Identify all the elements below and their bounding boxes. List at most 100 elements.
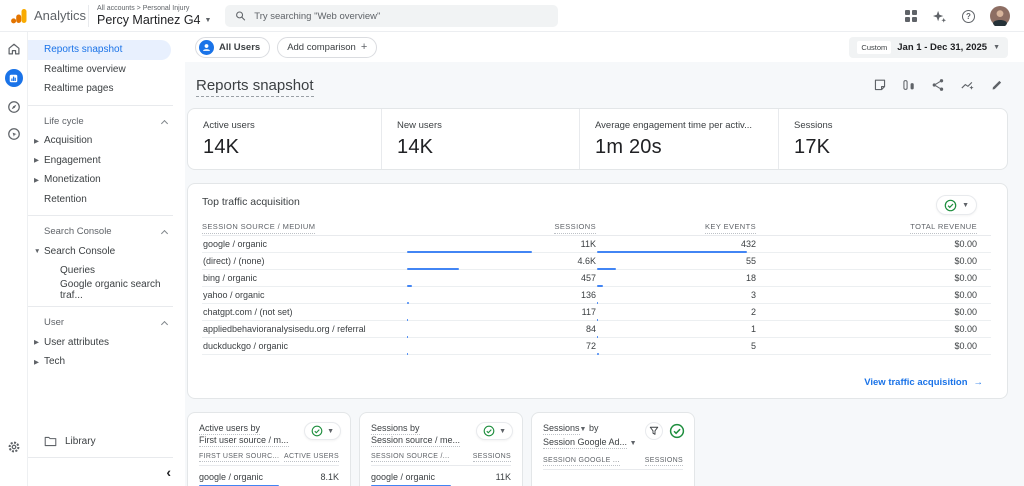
section-search-console[interactable]: Search Console — [28, 222, 185, 242]
dimension-selector[interactable]: Session Google Ad... — [543, 437, 628, 449]
chevron-down-icon: ▼ — [499, 427, 506, 435]
admin-gear-icon[interactable] — [7, 440, 21, 454]
sessions-by-google-ads-card: Sessions▼ by Session Google Ad... ▼ SESS… — [531, 412, 695, 486]
sessions-bar — [407, 353, 408, 355]
users-segment-icon — [199, 39, 214, 55]
sidebar-item-tech[interactable]: ▶ Tech — [28, 352, 185, 372]
help-icon[interactable]: ? — [962, 9, 975, 23]
google-analytics-icon — [11, 8, 27, 23]
search-input[interactable] — [254, 10, 548, 22]
sidebar-item-queries[interactable]: Queries — [28, 261, 185, 281]
analytics-logo[interactable]: Analytics — [0, 8, 88, 24]
data-quality-dropdown[interactable]: ▼ — [304, 422, 341, 440]
date-custom-badge: Custom — [857, 40, 892, 54]
table-header: FIRST USER SOURC... ACTIVE USERS — [199, 453, 339, 466]
expand-arrow-icon: ▶ — [34, 137, 39, 145]
insights-icon[interactable] — [960, 78, 975, 92]
edit-pencil-icon[interactable] — [990, 78, 1004, 92]
filter-funnel-icon — [649, 426, 659, 435]
data-quality-dropdown[interactable]: ▼ — [476, 422, 513, 440]
folder-icon — [44, 436, 57, 446]
chevron-up-icon — [160, 119, 169, 127]
add-comparison-chip[interactable]: Add comparison + — [277, 36, 378, 58]
chevron-down-icon: ▼ — [629, 440, 637, 447]
notes-icon[interactable] — [873, 78, 887, 92]
view-traffic-acquisition-link[interactable]: View traffic acquisition → — [864, 377, 983, 388]
table-row: appliedbehavioranalysisedu.org / referra… — [202, 321, 991, 338]
chevron-down-icon: ▼ — [962, 201, 969, 209]
divider — [28, 457, 173, 458]
chevron-up-icon — [160, 229, 169, 238]
date-range-picker[interactable]: Custom Jan 1 - Dec 31, 2025 ▼ — [849, 36, 1008, 58]
table-header: SESSION GOOGLE ... SESSIONS — [543, 457, 683, 470]
metric-selector[interactable]: Sessions — [543, 423, 580, 435]
divider — [28, 104, 173, 106]
arrow-right-icon: → — [973, 377, 984, 388]
sidebar-item-monetization[interactable]: ▶ Monetization — [28, 170, 185, 190]
reports-sidebar: Reports snapshot Realtime overview Realt… — [28, 32, 185, 486]
apps-grid-icon[interactable] — [905, 10, 917, 22]
column-sessions[interactable]: SESSIONS — [406, 222, 596, 234]
table-header: SESSION SOURCE /... SESSIONS — [371, 453, 511, 466]
reports-nav-icon[interactable] — [4, 69, 23, 87]
column-key-events[interactable]: KEY EVENTS — [596, 222, 756, 234]
collapse-arrow-icon: ▼ — [34, 247, 41, 255]
chevron-down-icon: ▼ — [204, 16, 212, 24]
check-circle-icon — [483, 425, 495, 437]
chevron-down-icon: ▼ — [993, 43, 1000, 51]
sidebar-item-user-attributes[interactable]: ▶ User attributes — [28, 333, 185, 353]
sidebar-item-retention[interactable]: Retention — [28, 190, 185, 210]
breadcrumb: All accounts > Personal Injury — [97, 4, 190, 12]
search-icon — [236, 11, 246, 21]
metrics-summary-card: Active users 14K New users 14K Average e… — [187, 108, 1008, 170]
all-users-chip[interactable]: All Users — [195, 36, 271, 58]
column-source-medium[interactable]: SESSION SOURCE / MEDIUM — [202, 222, 406, 234]
check-circle-icon — [944, 199, 957, 211]
comparison-filter-bar: All Users Add comparison + Custom Jan 1 … — [185, 32, 1024, 62]
property-selector[interactable]: All accounts > Personal Injury Percy Mar… — [97, 5, 211, 27]
top-app-bar: Analytics All accounts > Personal Injury… — [0, 0, 1024, 32]
divider — [88, 4, 89, 27]
divider — [28, 215, 173, 216]
expand-arrow-icon: ▶ — [34, 157, 39, 165]
expand-arrow-icon: ▶ — [34, 339, 39, 347]
sidebar-item-search-console[interactable]: ▼ Search Console — [28, 242, 185, 262]
explore-icon[interactable] — [7, 100, 21, 114]
app-name: Analytics — [34, 8, 87, 23]
section-life-cycle[interactable]: Life cycle — [28, 112, 185, 132]
data-quality-dropdown[interactable]: ▼ — [936, 195, 977, 215]
page-title: Reports snapshot — [196, 76, 314, 97]
metric-avg-engagement-time: Average engagement time per activ... 1m … — [579, 109, 778, 169]
sidebar-item-engagement[interactable]: ▶ Engagement — [28, 151, 185, 171]
sidebar-item-reports-snapshot[interactable]: Reports snapshot — [28, 40, 171, 60]
chevron-down-icon: ▼ — [327, 427, 334, 435]
sidebar-item-realtime-overview[interactable]: Realtime overview — [28, 60, 185, 80]
section-user[interactable]: User — [28, 313, 185, 333]
sessions-by-source-card: Sessions by Session source / me... ▼ SES… — [359, 412, 523, 486]
compare-reports-icon[interactable] — [902, 78, 916, 92]
collapse-sidebar-button[interactable]: ‹ — [28, 464, 185, 480]
table-row: google / organic 11K — [371, 466, 511, 486]
share-icon[interactable] — [931, 78, 945, 92]
gemini-sparkle-icon[interactable] — [932, 9, 947, 24]
metric-active-users: Active users 14K — [203, 120, 255, 158]
sidebar-item-realtime-pages[interactable]: Realtime pages — [28, 79, 185, 99]
metric-sessions: Sessions 17K — [778, 109, 1007, 169]
card-title: Top traffic acquisition — [202, 196, 300, 208]
search-bar[interactable] — [225, 5, 558, 27]
table-row: chatgpt.com / (not set) 117 2 $0.00 — [202, 304, 991, 321]
advertising-icon[interactable] — [7, 127, 21, 141]
sidebar-item-acquisition[interactable]: ▶ Acquisition — [28, 131, 185, 151]
property-name: Percy Martinez G4 — [97, 12, 201, 27]
column-total-revenue[interactable]: TOTAL REVENUE — [756, 222, 991, 234]
main-content: All Users Add comparison + Custom Jan 1 … — [185, 32, 1024, 486]
table-row: yahoo / organic 136 3 $0.00 — [202, 287, 991, 304]
sidebar-item-google-organic-search-traffic[interactable]: Google organic search traf... — [28, 279, 185, 301]
table-header: SESSION SOURCE / MEDIUM SESSIONS KEY EVE… — [202, 220, 991, 236]
table-row: google / organic 8.1K — [199, 466, 339, 486]
filter-button[interactable] — [645, 422, 663, 440]
user-avatar[interactable] — [990, 6, 1010, 26]
home-icon[interactable] — [7, 42, 21, 56]
check-circle-icon[interactable] — [669, 423, 685, 439]
sidebar-item-library[interactable]: Library — [28, 431, 185, 451]
